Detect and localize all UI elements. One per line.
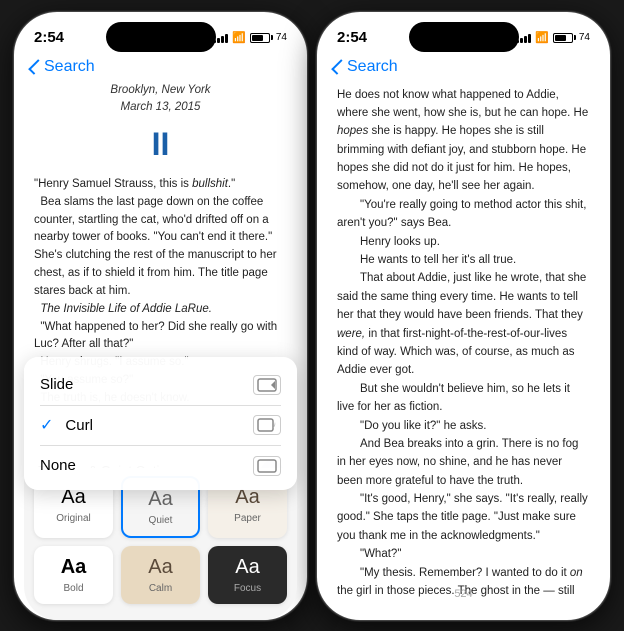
back-button-right[interactable]: Search <box>333 58 398 76</box>
back-label-left: Search <box>44 58 95 76</box>
back-button-left[interactable]: Search <box>30 58 95 76</box>
battery-icon-left: 74 <box>250 32 287 43</box>
none-label: None <box>40 457 76 474</box>
theme-grid: Aa Original Aa Quiet Aa Paper Aa Bold Aa… <box>24 468 297 620</box>
checkmark-icon: ✓ <box>40 415 53 435</box>
chapter-number: II <box>34 120 287 168</box>
top-nav-left[interactable]: Search <box>14 56 307 82</box>
theme-bold[interactable]: Aa Bold <box>34 546 113 604</box>
time-right: 2:54 <box>337 29 367 46</box>
theme-focus-label: Focus <box>234 583 261 594</box>
time-left: 2:54 <box>34 29 64 46</box>
chevron-left-icon-right <box>331 59 347 75</box>
curl-icon <box>253 415 281 435</box>
book-content-right: He does not know what happened to Addie,… <box>317 82 610 602</box>
theme-paper-label: Paper <box>234 513 261 524</box>
wifi-icon-right: 📶 <box>535 31 549 44</box>
theme-bold-aa: Aa <box>61 556 87 579</box>
theme-focus-aa: Aa <box>235 556 259 579</box>
theme-quiet-aa: Aa <box>148 488 172 511</box>
page-number: 524 <box>317 588 610 600</box>
top-nav-right[interactable]: Search <box>317 56 610 82</box>
theme-focus[interactable]: Aa Focus <box>208 546 287 604</box>
none-icon <box>253 456 281 476</box>
theme-calm[interactable]: Aa Calm <box>121 546 200 604</box>
none-option[interactable]: None <box>24 446 297 486</box>
wifi-icon-left: 📶 <box>232 31 246 44</box>
theme-quiet-label: Quiet <box>149 515 173 526</box>
theme-calm-aa: Aa <box>148 556 172 579</box>
battery-icon-right: 74 <box>553 32 590 43</box>
theme-original-label: Original <box>56 513 90 524</box>
theme-bold-label: Bold <box>63 583 83 594</box>
dynamic-island-left <box>106 22 216 52</box>
right-phone: 2:54 📶 74 Search <box>316 11 611 621</box>
slide-label: Slide <box>40 376 73 393</box>
back-label-right: Search <box>347 58 398 76</box>
theme-calm-label: Calm <box>149 583 172 594</box>
slide-option-1[interactable]: Slide <box>24 365 297 405</box>
chevron-left-icon <box>28 59 44 75</box>
left-phone: 2:54 📶 74 Search <box>13 11 308 621</box>
phones-container: 2:54 📶 74 Search <box>13 11 611 621</box>
book-location: Brooklyn, New York March 13, 2015 <box>34 82 287 117</box>
curl-option[interactable]: ✓ Curl <box>24 405 297 445</box>
slide-panel: Slide ✓ Curl None <box>24 357 297 490</box>
status-icons-left: 📶 74 <box>213 31 287 44</box>
curl-label: Curl <box>65 417 93 434</box>
slide-icon <box>253 375 281 395</box>
status-icons-right: 📶 74 <box>516 31 590 44</box>
dynamic-island-right <box>409 22 519 52</box>
